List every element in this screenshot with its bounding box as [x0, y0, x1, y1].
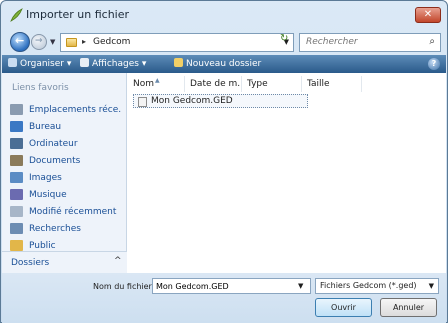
refresh-icon[interactable]: ↻ [280, 33, 288, 44]
address-bar[interactable]: ▸ Gedcom ▼ [60, 33, 294, 52]
new-folder-icon [174, 58, 183, 67]
sidebar-item-label: Documents [29, 155, 81, 166]
column-header-label: Taille [307, 79, 330, 89]
sidebar-item-searches[interactable]: Recherches [10, 220, 122, 237]
column-header-type[interactable]: Type [242, 76, 302, 92]
column-header-label: Nom [133, 79, 155, 89]
public-folder-icon [10, 240, 23, 251]
feather-icon [10, 8, 23, 22]
forward-button[interactable]: → [31, 34, 47, 50]
new-folder-button[interactable]: Nouveau dossier [174, 58, 261, 69]
documents-icon [10, 155, 23, 166]
navigation-pane: Liens favoris Emplacements réce... Burea… [2, 73, 127, 273]
file-type-select[interactable]: Fichiers Gedcom (*.ged) ▼ [315, 278, 439, 294]
music-icon [10, 189, 23, 200]
cancel-button[interactable]: Annuler [380, 298, 437, 317]
sidebar-item-recently-changed[interactable]: Modifié récemment [10, 203, 122, 220]
new-folder-label: Nouveau dossier [186, 59, 262, 69]
sidebar-item-label: Musique [29, 189, 67, 200]
column-header-label: Type [247, 79, 268, 89]
filename-dropdown-icon[interactable]: ▼ [298, 282, 303, 290]
dialog-footer: Nom du fichier : ▼ Fichiers Gedcom (*.ge… [2, 273, 446, 323]
pictures-icon [10, 172, 23, 183]
navigation-bar: ← → ▼ ▸ Gedcom ▼ ↻ ⌕ [1, 29, 447, 55]
chevron-up-icon: ^ [114, 256, 122, 266]
window-title: Importer un fichier [26, 8, 130, 21]
forward-arrow-icon: → [35, 36, 43, 46]
sidebar-item-label: Modifié récemment [29, 206, 117, 217]
folder-icon [66, 38, 77, 47]
sidebar-item-label: Images [29, 172, 62, 183]
breadcrumb-separator-icon[interactable]: ▸ [82, 37, 86, 46]
column-header-label: Date de m... [190, 79, 242, 89]
sidebar-item-label: Recherches [29, 223, 81, 234]
search-icon[interactable]: ⌕ [429, 36, 435, 47]
column-header-name[interactable]: ▲ Nom [128, 76, 185, 92]
favorites-title: Liens favoris [12, 83, 69, 93]
main-content: Liens favoris Emplacements réce... Burea… [2, 73, 446, 273]
help-button[interactable]: ? [428, 58, 440, 70]
searches-icon [10, 223, 23, 234]
file-type-value: Fichiers Gedcom (*.ged) [320, 281, 417, 290]
open-button[interactable]: Ouvrir [315, 298, 372, 317]
organize-label: Organiser [20, 59, 64, 69]
sidebar-item-desktop[interactable]: Bureau [10, 118, 122, 135]
organize-icon [8, 58, 17, 67]
desktop-icon [10, 121, 23, 132]
breadcrumb-current-folder[interactable]: Gedcom [93, 37, 130, 47]
sidebar-item-label: Bureau [29, 121, 62, 132]
views-icon [80, 58, 89, 67]
title-bar: Importer un fichier ✕ [1, 1, 447, 29]
sidebar-item-label: Ordinateur [29, 138, 78, 149]
sidebar-item-documents[interactable]: Documents [10, 152, 122, 169]
close-button[interactable]: ✕ [415, 7, 441, 23]
views-menu[interactable]: Affichages ▾ [80, 58, 146, 69]
sidebar-item-recent-places[interactable]: Emplacements réce... [10, 101, 122, 118]
file-name: Mon Gedcom.GED [151, 96, 233, 106]
back-arrow-icon: ← [15, 34, 25, 47]
search-input[interactable] [306, 37, 416, 47]
folders-toggle[interactable]: Dossiers ^ [2, 251, 127, 273]
back-button[interactable]: ← [10, 32, 30, 52]
filename-input[interactable] [152, 278, 311, 294]
file-list: ▲ Nom Date de m... Type Taille Mon Gedco… [128, 73, 446, 273]
import-file-dialog: Importer un fichier ✕ ← → ▼ ▸ Gedcom ▼ ↻… [0, 0, 448, 323]
command-toolbar: Organiser ▾ Affichages ▾ Nouveau dossier… [2, 55, 446, 73]
file-row[interactable]: Mon Gedcom.GED [133, 94, 308, 108]
recently-changed-icon [10, 206, 23, 217]
sidebar-item-music[interactable]: Musique [10, 186, 122, 203]
column-header-size[interactable]: Taille [302, 76, 362, 92]
sidebar-item-pictures[interactable]: Images [10, 169, 122, 186]
history-dropdown-icon[interactable]: ▼ [50, 38, 55, 46]
file-icon [138, 97, 147, 107]
recent-places-icon [10, 104, 23, 115]
chevron-down-icon: ▼ [428, 282, 434, 290]
sidebar-item-label: Public [29, 240, 56, 251]
filename-label: Nom du fichier : [93, 282, 158, 291]
search-box[interactable]: ⌕ [299, 33, 441, 52]
folders-label: Dossiers [11, 258, 50, 268]
column-header-date[interactable]: Date de m... [185, 76, 242, 92]
organize-menu[interactable]: Organiser ▾ [8, 58, 71, 69]
views-label: Affichages [92, 59, 139, 69]
favorites-list: Emplacements réce... Bureau Ordinateur D… [10, 101, 122, 254]
sidebar-item-label: Emplacements réce... [29, 104, 122, 115]
sort-ascending-icon: ▲ [155, 77, 160, 84]
computer-icon [10, 138, 23, 149]
sidebar-item-computer[interactable]: Ordinateur [10, 135, 122, 152]
